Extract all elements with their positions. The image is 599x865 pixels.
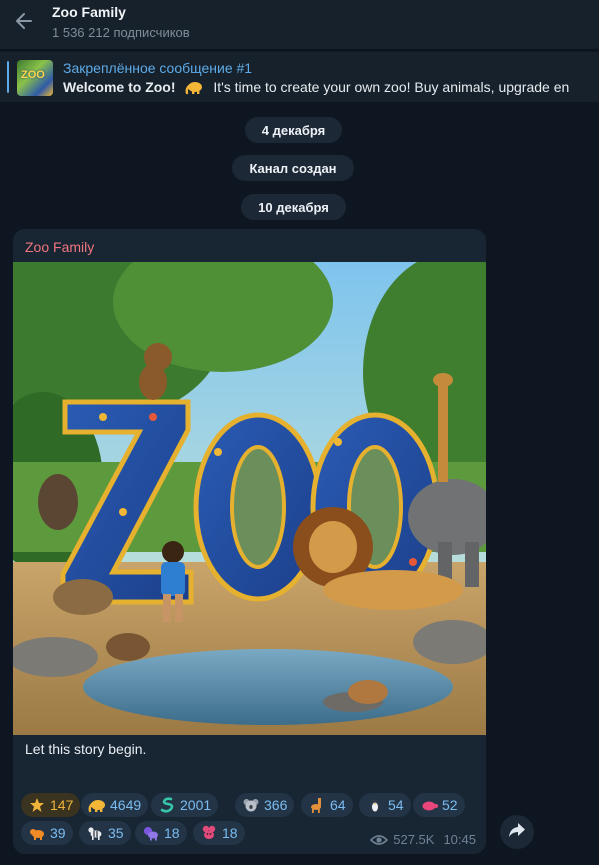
lion-icon — [142, 824, 160, 842]
reaction-penguin[interactable]: 54 — [359, 793, 411, 817]
message-bubble[interactable]: Zoo Family Let this story begin. 147 464… — [13, 229, 486, 854]
date-chip-dec-4: 4 декабря — [245, 117, 342, 143]
pinned-indicator — [7, 61, 9, 93]
forward-icon — [508, 822, 526, 843]
penguin-icon — [366, 796, 384, 814]
reaction-zebra[interactable]: 35 — [79, 821, 131, 845]
message-photo[interactable] — [13, 262, 486, 735]
reaction-star[interactable]: 147 — [21, 793, 81, 817]
telegram-channel-window: Zoo Family 1 536 212 подписчиков ZOO Зак… — [0, 0, 599, 865]
turtle-icon — [420, 796, 438, 814]
message-meta: 527.5K 10:45 — [370, 832, 476, 847]
elephant-icon — [185, 79, 203, 98]
zebra-icon — [86, 824, 104, 842]
message-author[interactable]: Zoo Family — [25, 239, 94, 255]
reaction-elephant[interactable]: 4649 — [81, 793, 149, 817]
pinned-title: Закреплённое сообщение #1 — [63, 60, 253, 76]
channel-title[interactable]: Zoo Family — [52, 4, 126, 20]
message-time: 10:45 — [443, 832, 476, 847]
channel-header[interactable]: Zoo Family 1 536 212 подписчиков — [0, 0, 599, 50]
reaction-giraffe[interactable]: 64 — [301, 793, 353, 817]
reaction-tiger[interactable]: 39 — [21, 821, 73, 845]
back-button[interactable] — [10, 9, 38, 37]
flamingo-icon — [200, 824, 218, 842]
reaction-flamingo[interactable]: 18 — [193, 821, 245, 845]
message-caption: Let this story begin. — [25, 741, 147, 757]
reaction-lion[interactable]: 18 — [135, 821, 187, 845]
forward-button[interactable] — [500, 815, 534, 849]
view-count: 527.5K — [393, 832, 435, 847]
snake-icon — [158, 796, 176, 814]
pinned-message-bar[interactable]: ZOO Закреплённое сообщение #1 Welcome to… — [0, 52, 599, 102]
reaction-koala[interactable]: 366 — [235, 793, 295, 817]
reaction-snake[interactable]: 2001 — [151, 793, 219, 817]
koala-icon — [242, 796, 260, 814]
subscriber-count: 1 536 212 подписчиков — [52, 25, 190, 40]
pinned-text: It's time to create your own zoo! Buy an… — [213, 79, 570, 95]
pinned-bold-text: Welcome to Zoo! — [63, 79, 176, 95]
pinned-preview: Welcome to Zoo! It's time to create your… — [63, 79, 569, 98]
service-message-channel-created: Канал создан — [232, 155, 354, 181]
elephant-icon — [88, 796, 106, 814]
giraffe-icon — [308, 796, 326, 814]
arrow-left-icon — [14, 11, 34, 36]
reaction-turtle[interactable]: 52 — [413, 793, 465, 817]
eye-icon — [370, 834, 389, 846]
star-icon — [28, 796, 46, 814]
date-chip-dec-10: 10 декабря — [241, 194, 346, 220]
pinned-thumbnail: ZOO — [17, 60, 53, 96]
tiger-icon — [28, 824, 46, 842]
